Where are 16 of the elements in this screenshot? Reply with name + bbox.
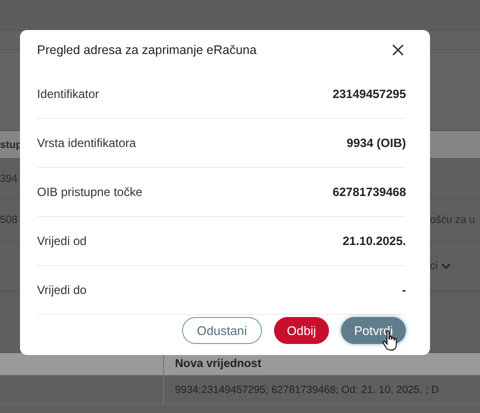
- table-cell-text: 9934:23149457295; 62781739468; Od: 21. 10. 2025. ; D: [174, 383, 439, 398]
- field-label: Identifikator: [37, 87, 100, 101]
- field-label: Vrijedi do: [37, 283, 87, 297]
- column-header: Nova vrijednost: [174, 357, 262, 372]
- dialog-title: Pregled adresa za zaprimanje eRačuna: [37, 43, 257, 57]
- close-icon[interactable]: [392, 44, 404, 56]
- field-label: Vrsta identifikatora: [37, 136, 136, 150]
- field-value: 9934 (OIB): [346, 136, 406, 150]
- field-value: 21.10.2025.: [342, 234, 406, 248]
- field-value: -: [402, 283, 406, 297]
- field-value: 62781739468: [332, 185, 406, 199]
- field-value: 23149457295: [332, 87, 406, 101]
- field-label: Vrijedi od: [37, 234, 87, 248]
- field-label: OIB pristupne točke: [37, 185, 142, 199]
- cancel-button[interactable]: Odustani: [182, 317, 262, 344]
- reject-button[interactable]: Odbij: [274, 317, 330, 344]
